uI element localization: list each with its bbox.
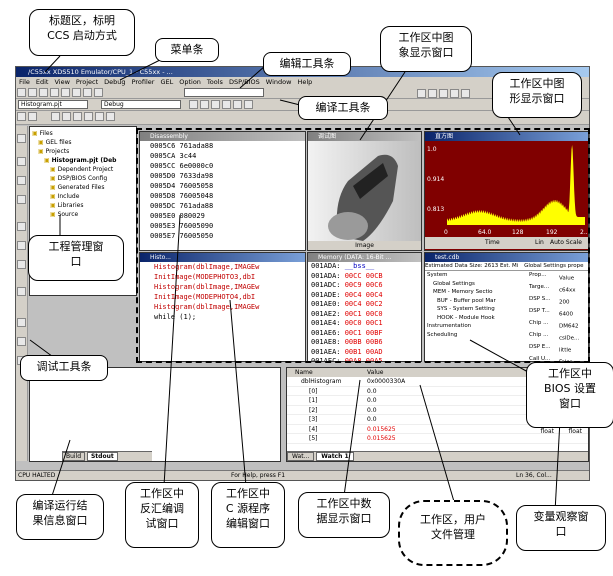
callout-compile-toolbar: 编译工具条 bbox=[298, 96, 388, 120]
callout-watch-window: 变量观察窗 口 bbox=[516, 505, 606, 551]
callout-image-window: 工作区中图 象显示窗口 bbox=[380, 26, 472, 72]
callout-project-manager: 工程管理窗 口 bbox=[28, 235, 124, 281]
callout-edit-toolbar: 编辑工具条 bbox=[263, 52, 351, 76]
callout-data-window: 工作区中数 据显示窗口 bbox=[298, 492, 390, 538]
callout-user-files: 工作区，用户 文件管理 bbox=[398, 500, 508, 566]
callout-title-area: 标题区，标明 CCS 启动方式 bbox=[29, 9, 135, 56]
callout-output-window: 编译运行结 果信息窗口 bbox=[16, 494, 104, 540]
callout-graph-window: 工作区中图 形显示窗口 bbox=[492, 72, 582, 118]
callout-source-window: 工作区中 C 源程序 编辑窗口 bbox=[211, 482, 285, 548]
callout-bios-window: 工作区中 BIOS 设置 窗口 bbox=[526, 362, 613, 428]
callout-debug-toolbar: 调试工具条 bbox=[20, 355, 108, 381]
callout-disassembly-window: 工作区中 反汇编调 试窗口 bbox=[125, 482, 199, 548]
callout-menubar: 菜单条 bbox=[155, 38, 219, 62]
